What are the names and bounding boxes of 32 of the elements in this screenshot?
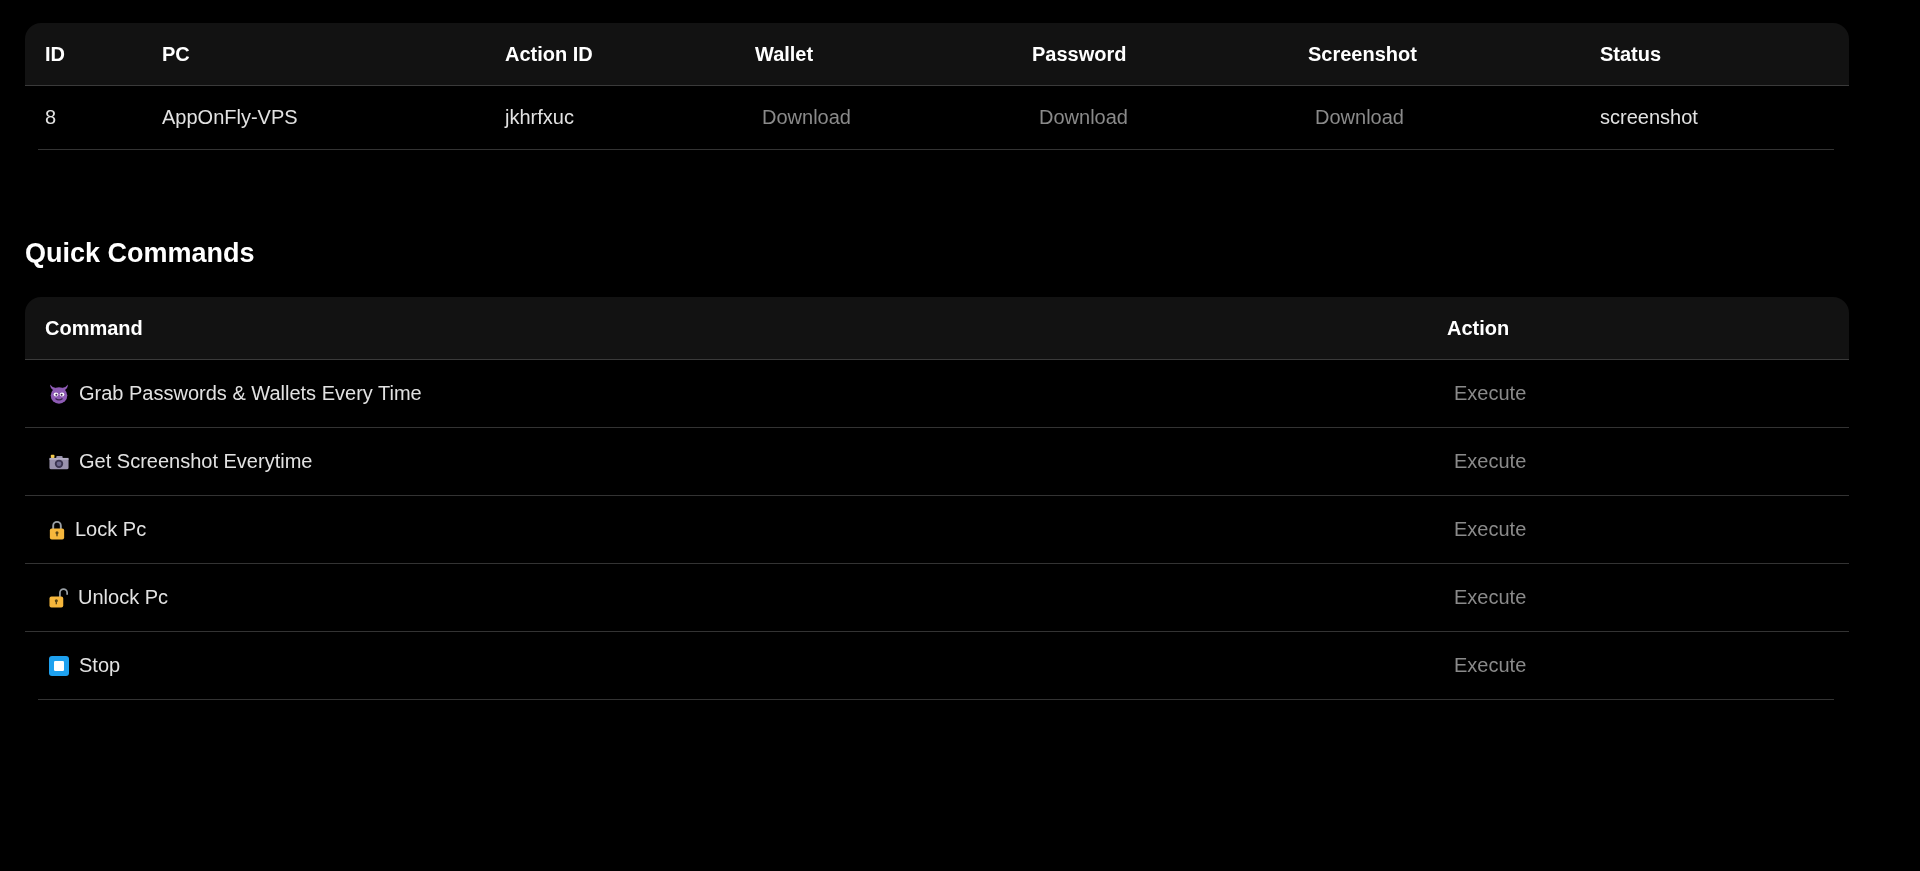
table-cell: 8: [45, 106, 57, 129]
download-link[interactable]: Download: [755, 103, 858, 132]
column-header: PC: [162, 42, 190, 66]
table-cell: screenshot: [1600, 106, 1698, 129]
command-label: Unlock Pc: [78, 586, 169, 609]
table-cell: AppOnFly-VPS: [162, 106, 298, 129]
execute-link[interactable]: Execute: [1447, 515, 1534, 544]
camera-icon: [49, 453, 69, 470]
column-header: Action: [1447, 316, 1510, 340]
column-header: Command: [45, 316, 143, 340]
section-title: Quick Commands: [25, 237, 255, 269]
column-header: Wallet: [755, 42, 814, 66]
execute-link[interactable]: Execute: [1447, 651, 1534, 680]
unlock-icon: [49, 587, 68, 608]
execute-link[interactable]: Execute: [1447, 583, 1534, 612]
download-link[interactable]: Download: [1308, 103, 1411, 132]
command-label: Get Screenshot Everytime: [79, 450, 313, 473]
column-header: ID: [45, 42, 65, 66]
command-label: Grab Passwords & Wallets Every Time: [79, 382, 422, 405]
table-cell: jkhrfxuc: [505, 106, 574, 129]
column-header: Screenshot: [1308, 42, 1417, 66]
lock-icon: [49, 519, 65, 540]
column-header: Status: [1600, 42, 1662, 66]
column-header: Password: [1032, 42, 1127, 66]
execute-link[interactable]: Execute: [1447, 379, 1534, 408]
stop-icon: [49, 655, 69, 676]
devil-face-icon: [49, 383, 69, 404]
execute-link[interactable]: Execute: [1447, 447, 1534, 476]
column-header: Action ID: [505, 42, 593, 66]
download-link[interactable]: Download: [1032, 103, 1135, 132]
command-label: Lock Pc: [75, 518, 147, 541]
command-label: Stop: [79, 654, 121, 677]
